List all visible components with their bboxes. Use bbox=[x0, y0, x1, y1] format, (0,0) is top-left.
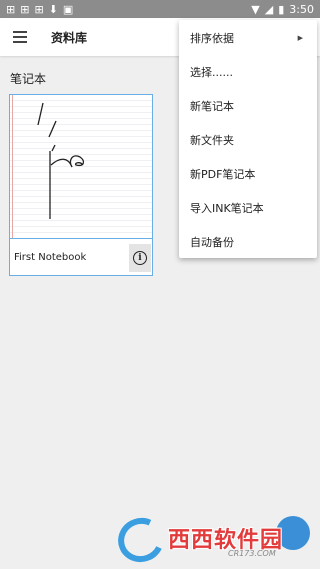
menu-item-label: 新笔记本 bbox=[190, 100, 234, 113]
watermark: 西西软件园 CR173.COM bbox=[111, 511, 314, 569]
menu-item-label: 选择...... bbox=[190, 66, 233, 79]
image-icon: ▣ bbox=[62, 2, 74, 16]
notebook-preview[interactable] bbox=[10, 95, 152, 239]
notebook-card[interactable]: First Notebook i bbox=[9, 94, 153, 276]
menu-item-auto-backup[interactable]: 自动备份 bbox=[179, 225, 317, 259]
status-bar-system: ▼ ◢ ▮ 3:50 bbox=[251, 3, 314, 16]
overflow-menu: 排序依据 ▶ 选择...... 新笔记本 新文件夹 新PDF笔记本 导入INK笔… bbox=[179, 20, 317, 258]
notification-icon: ⊞ bbox=[20, 2, 30, 16]
status-time: 3:50 bbox=[289, 2, 314, 16]
watermark-logo-icon bbox=[111, 511, 171, 569]
menu-item-label: 导入INK笔记本 bbox=[190, 202, 264, 215]
status-bar: ⊞ ⊞ ⊞ ⬇ ▣ ▼ ◢ ▮ 3:50 bbox=[0, 0, 320, 18]
menu-item-label: 排序依据 bbox=[190, 32, 234, 45]
menu-item-select[interactable]: 选择...... bbox=[179, 55, 317, 89]
menu-item-new-pdf-notebook[interactable]: 新PDF笔记本 bbox=[179, 157, 317, 191]
handwriting-sketch bbox=[37, 102, 85, 219]
signal-icon: ◢ bbox=[264, 2, 274, 16]
watermark-domain: CR173.COM bbox=[228, 549, 276, 558]
notebook-info-button[interactable]: i bbox=[129, 243, 151, 272]
download-icon: ⬇ bbox=[48, 2, 58, 16]
submenu-arrow-icon: ▶ bbox=[297, 34, 303, 42]
menu-item-sort-by[interactable]: 排序依据 ▶ bbox=[179, 21, 317, 55]
menu-item-import-ink-notebook[interactable]: 导入INK笔记本 bbox=[179, 191, 317, 225]
notification-icon: ⊞ bbox=[34, 2, 44, 16]
menu-item-label: 自动备份 bbox=[190, 236, 234, 249]
menu-item-label: 新文件夹 bbox=[190, 134, 234, 147]
notebook-name: First Notebook bbox=[14, 252, 87, 263]
notification-icon: ⊞ bbox=[6, 2, 16, 16]
hamburger-menu-icon[interactable] bbox=[0, 18, 40, 56]
info-icon: i bbox=[133, 250, 147, 265]
wifi-icon: ▼ bbox=[251, 2, 260, 16]
page-title: 资料库 bbox=[51, 30, 88, 45]
status-bar-notifications: ⊞ ⊞ ⊞ ⬇ ▣ bbox=[6, 4, 73, 15]
notebook-footer: First Notebook i bbox=[10, 240, 152, 275]
menu-item-new-notebook[interactable]: 新笔记本 bbox=[179, 89, 317, 123]
battery-icon: ▮ bbox=[278, 2, 285, 16]
menu-item-new-folder[interactable]: 新文件夹 bbox=[179, 123, 317, 157]
section-title: 笔记本 bbox=[10, 72, 47, 86]
menu-item-label: 新PDF笔记本 bbox=[190, 168, 256, 181]
